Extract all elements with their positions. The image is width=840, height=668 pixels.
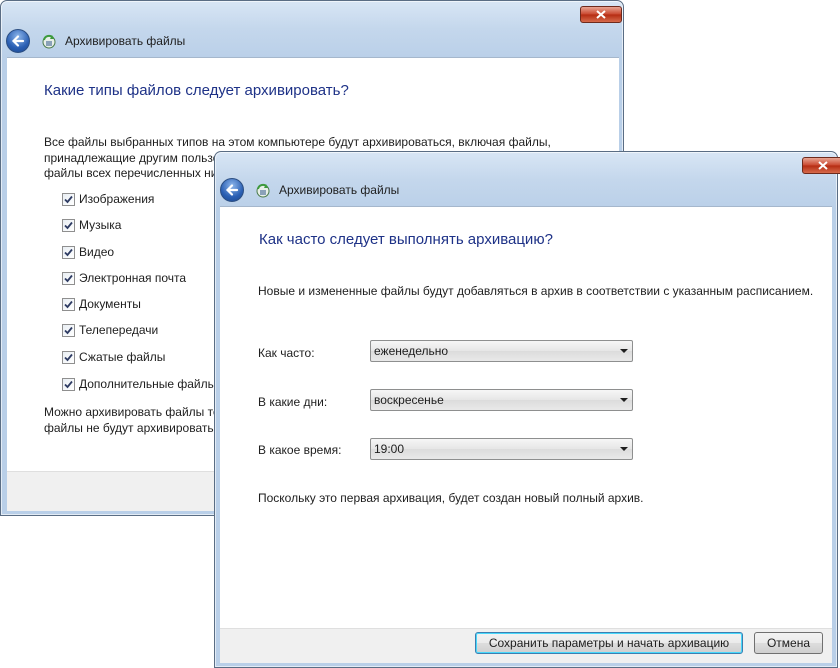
checkmark-icon — [64, 326, 73, 334]
days-value: воскресенье — [374, 393, 444, 407]
time-select[interactable]: 19:00 — [370, 438, 633, 460]
close-icon — [596, 10, 606, 19]
back-button[interactable] — [220, 178, 244, 202]
chevron-down-icon — [620, 447, 628, 451]
intro-line-3: файлы всех перечисленных ни — [44, 166, 218, 180]
checkbox[interactable] — [62, 218, 75, 232]
window-title: Архивировать файлы — [65, 34, 186, 48]
time-label: В какое время: — [258, 443, 342, 457]
checkbox[interactable] — [62, 377, 75, 391]
close-icon — [818, 161, 828, 170]
front-window-nav: Архивировать файлы — [220, 176, 399, 204]
back-arrow-icon — [11, 35, 25, 47]
intro-line-1: Все файлы выбранных типов на этом компью… — [44, 135, 551, 149]
checkmark-icon — [64, 221, 73, 229]
frequency-value: еженедельно — [374, 344, 449, 358]
checkmark-icon — [64, 248, 73, 256]
back-button[interactable] — [6, 29, 30, 53]
file-type-label: Сжатые файлы — [79, 350, 166, 364]
intro-line-2: принадлежащие другим пользо — [44, 151, 220, 165]
frequency-label: Как часто: — [258, 346, 315, 360]
time-value: 19:00 — [374, 442, 405, 456]
chevron-down-icon — [620, 349, 628, 353]
page-title: Как часто следует выполнять архивацию? — [259, 231, 553, 248]
checkbox[interactable] — [62, 192, 75, 206]
page-title: Какие типы файлов следует архивировать? — [44, 82, 349, 99]
file-type-label: Дополнительные файлы — [79, 377, 217, 391]
checkbox[interactable] — [62, 245, 75, 259]
checkmark-icon — [64, 300, 73, 308]
front-window-content: Как часто следует выполнять архивацию? Н… — [220, 206, 832, 628]
file-type-music[interactable]: Музыка — [62, 217, 121, 233]
file-type-label: Музыка — [79, 218, 122, 232]
backup-icon — [254, 181, 272, 199]
days-select[interactable]: воскресенье — [370, 389, 633, 411]
schedule-description: Новые и измененные файлы будут добавлять… — [258, 284, 814, 298]
checkmark-icon — [64, 380, 73, 388]
file-type-label: Изображения — [79, 192, 155, 206]
front-window-close-button[interactable] — [802, 157, 840, 174]
file-type-label: Телепередачи — [79, 323, 159, 337]
file-type-label: Видео — [79, 245, 115, 259]
checkbox[interactable] — [62, 350, 75, 364]
checkbox[interactable] — [62, 323, 75, 337]
file-type-documents[interactable]: Документы — [62, 296, 141, 312]
file-type-additional[interactable]: Дополнительные файлы — [62, 376, 216, 392]
cancel-button[interactable]: Отмена — [754, 632, 823, 654]
days-label: В какие дни: — [258, 395, 328, 409]
file-type-images[interactable]: Изображения — [62, 191, 154, 207]
file-type-video[interactable]: Видео — [62, 244, 114, 260]
file-type-label: Документы — [79, 297, 141, 311]
first-backup-info: Поскольку это первая архивация, будет со… — [258, 491, 644, 505]
save-and-start-button[interactable]: Сохранить параметры и начать архивацию — [475, 632, 743, 654]
file-type-label: Электронная почта — [79, 271, 187, 285]
front-window-footer: Сохранить параметры и начать архивацию О… — [220, 628, 832, 663]
back-window-close-button[interactable] — [580, 6, 622, 23]
checkmark-icon — [64, 353, 73, 361]
checkbox[interactable] — [62, 271, 75, 285]
note-line-2: файлы не будут архивироватьс — [44, 421, 220, 435]
checkmark-icon — [64, 274, 73, 282]
file-type-tv[interactable]: Телепередачи — [62, 322, 158, 338]
back-arrow-icon — [225, 184, 239, 196]
window-title: Архивировать файлы — [279, 183, 400, 197]
front-window: Архивировать файлы Как часто следует вып… — [214, 151, 840, 668]
checkbox[interactable] — [62, 297, 75, 311]
file-type-compressed[interactable]: Сжатые файлы — [62, 349, 165, 365]
frequency-select[interactable]: еженедельно — [370, 340, 633, 362]
chevron-down-icon — [620, 398, 628, 402]
file-type-email[interactable]: Электронная почта — [62, 270, 186, 286]
back-window-nav: Архивировать файлы — [6, 27, 185, 55]
checkmark-icon — [64, 195, 73, 203]
note-line-1: Можно архивировать файлы то — [44, 405, 220, 419]
backup-icon — [40, 32, 58, 50]
